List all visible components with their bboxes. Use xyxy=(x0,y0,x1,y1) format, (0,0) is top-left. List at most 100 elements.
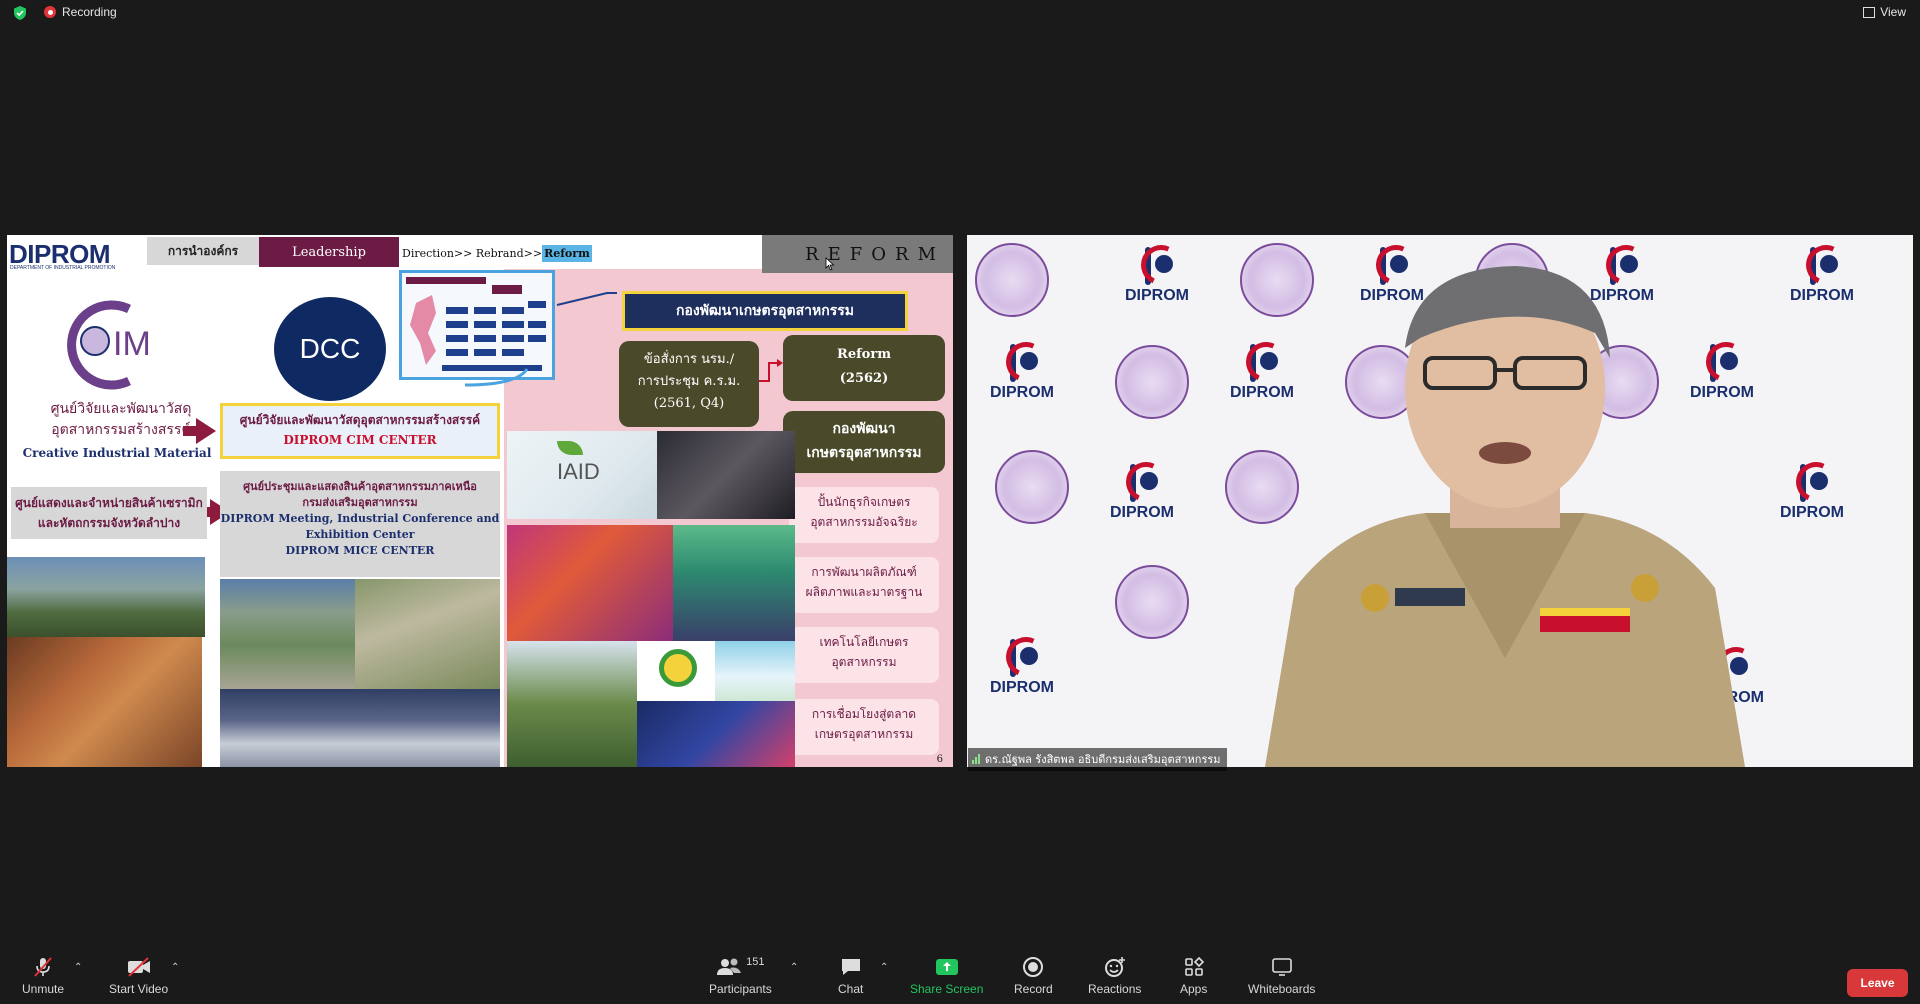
record-icon xyxy=(1022,956,1044,978)
reactions-icon xyxy=(1103,956,1127,978)
participants-icon: 151 xyxy=(716,956,765,978)
photo-iaid-award-logo xyxy=(637,641,715,701)
participant-name: ดร.ณัฐพล รังสิตพล อธิบดีกรมส่งเสริมอุตสา… xyxy=(985,753,1221,766)
diprom-wordmark: DIPROM xyxy=(1125,287,1189,304)
backdrop-diprom-logo: DIPROM xyxy=(1777,239,1867,305)
view-button[interactable]: View xyxy=(1863,5,1906,19)
whiteboards-button[interactable]: Whiteboards xyxy=(1248,956,1315,996)
share-screen-icon xyxy=(935,956,959,978)
div-line2: เกษตรอุตสาหกรรม xyxy=(806,445,922,461)
diprom-mark-icon xyxy=(1790,456,1842,508)
arrow-shaft xyxy=(183,426,197,436)
svg-text:IM: IM xyxy=(113,325,151,363)
reform-box-line1: Reform xyxy=(837,347,891,362)
photo-event-poster xyxy=(637,701,795,767)
chat-button[interactable]: Chat xyxy=(838,956,863,996)
mice-english-3: DIPROM MICE CENTER xyxy=(285,544,435,557)
chat-caret-icon[interactable]: ⌃ xyxy=(880,962,888,973)
start-video-button[interactable]: Start Video xyxy=(109,956,168,996)
slide-breadcrumb: Direction>> Rebrand>> Reform xyxy=(402,245,592,262)
div-line1: กองพัฒนา xyxy=(832,421,896,437)
audio-options-caret-icon[interactable]: ⌃ xyxy=(74,962,82,973)
slide-reform-title: REFORM xyxy=(762,235,953,273)
unmute-label: Unmute xyxy=(22,982,65,996)
ministry-seal-icon xyxy=(1107,565,1197,639)
photo-mice-aerial xyxy=(220,579,355,689)
agri-item: ปั้นนักธุรกิจเกษตร อุตสาหกรรมอัจฉริยะ xyxy=(789,487,939,543)
diprom-mark-icon xyxy=(1800,239,1852,291)
backdrop-diprom-logo: DIPROM xyxy=(977,336,1067,402)
mic-muted-icon xyxy=(32,956,54,978)
slide-tab-leadership: Leadership xyxy=(259,237,399,267)
agri-item-line1: เทคโนโลยีเกษตร xyxy=(819,635,909,649)
slide-tab-org: การนำองค์กร xyxy=(147,237,259,265)
start-video-label: Start Video xyxy=(109,982,169,996)
ministry-seal-icon xyxy=(987,450,1077,524)
meeting-topbar: Recording View xyxy=(0,0,1920,26)
leaf-icon xyxy=(557,441,583,455)
diprom-wordmark: DIPROM xyxy=(1790,287,1854,304)
backdrop-diprom-logo: DIPROM xyxy=(1112,239,1202,305)
diprom-mark-icon xyxy=(1135,239,1187,291)
cim-logo-icon: IM xyxy=(67,300,151,390)
diprom-mark-icon xyxy=(1120,456,1172,508)
photo-drone xyxy=(715,641,795,701)
share-screen-label: Share Screen xyxy=(910,982,984,996)
agri-item: การพัฒนาผลิตภัณฑ์ ผลิตภาพและมาตรฐาน xyxy=(789,557,939,613)
record-button[interactable]: Record xyxy=(1014,956,1053,996)
whiteboard-icon xyxy=(1271,956,1293,978)
slide-page-number: 6 xyxy=(936,754,943,765)
reactions-button[interactable]: Reactions xyxy=(1088,956,1141,996)
participants-caret-icon[interactable]: ⌃ xyxy=(790,962,798,973)
backdrop-diprom-logo: DIPROM xyxy=(977,631,1067,697)
security-shield-icon[interactable] xyxy=(12,5,28,21)
photo-mice-buildings xyxy=(355,579,500,689)
photo-iaid-sign: IAID xyxy=(507,431,657,519)
lampang-center-box: ศูนย์แสดงและจำหน่ายสินค้าเซรามิก และหัตถ… xyxy=(11,487,207,539)
video-options-caret-icon[interactable]: ⌃ xyxy=(171,962,179,973)
photo-lampang-building xyxy=(7,557,205,637)
agri-item: การเชื่อมโยงสู่ตลาด เกษตรอุตสาหกรรม xyxy=(789,699,939,755)
photo-meeting xyxy=(657,431,795,519)
agri-item-line2: อุตสาหกรรมอัจฉริยะ xyxy=(810,515,918,529)
record-label: Record xyxy=(1014,982,1053,996)
leave-button[interactable]: Leave xyxy=(1847,969,1908,997)
cim-box-english: DIPROM CIM CENTER xyxy=(283,433,437,447)
recording-indicator[interactable]: Recording xyxy=(44,5,117,19)
participants-button[interactable]: 151 Participants xyxy=(709,956,772,996)
connector-arrows xyxy=(464,292,617,387)
slide-diprom-subtitle: DEPARTMENT OF INDUSTRIAL PROMOTION xyxy=(10,265,116,271)
dcc-logo: DCC xyxy=(274,297,386,401)
share-screen-button[interactable]: Share Screen xyxy=(910,956,983,996)
diprom-mark-icon xyxy=(1000,336,1052,388)
agri-item-line2: ผลิตภาพและมาตรฐาน xyxy=(805,585,923,599)
agri-item-line1: การพัฒนาผลิตภัณฑ์ xyxy=(811,565,917,579)
mice-thai-1: ศูนย์ประชุมและแสดงสินค้าอุตสาหกรรมภาคเหน… xyxy=(243,480,477,493)
cmd-line2: การประชุม ค.ร.ม. xyxy=(637,374,741,389)
recording-icon xyxy=(44,6,56,18)
reform-2562-box: Reform (2562) xyxy=(783,335,945,401)
participant-nametag: ดร.ณัฐพล รังสิตพล อธิบดีกรมส่งเสริมอุตสา… xyxy=(968,748,1227,771)
apps-label: Apps xyxy=(1180,982,1208,996)
flow-arrow-icon xyxy=(759,359,783,382)
speaker-video-tile[interactable]: DIPROM DIPROM DIPROM DIPROM DIPROM DIPRO… xyxy=(967,235,1913,767)
cim-line1: ศูนย์วิจัยและพัฒนาวัสดุ xyxy=(50,401,192,417)
cmd-line3: (2561, Q4) xyxy=(653,396,725,411)
lampang-line2: และหัตถกรรมจังหวัดลำปาง xyxy=(37,516,181,530)
shared-screen-slide[interactable]: DIPROM DEPARTMENT OF INDUSTRIAL PROMOTIO… xyxy=(7,235,953,767)
photo-group-hearts xyxy=(507,525,673,641)
mice-english-2: Exhibition Center xyxy=(305,528,415,541)
cabinet-order-box: ข้อสั่งการ นรม./ การประชุม ค.ร.ม. (2561,… xyxy=(619,341,759,427)
diprom-wordmark: DIPROM xyxy=(990,679,1054,696)
gear-award-icon xyxy=(659,649,697,687)
apps-button[interactable]: Apps xyxy=(1180,956,1207,996)
participants-label: Participants xyxy=(709,982,772,996)
diprom-mark-icon xyxy=(1000,631,1052,683)
reform-box-line2: (2562) xyxy=(839,371,889,386)
crumb-prefix: Direction>> Rebrand>> xyxy=(402,247,543,260)
cmd-line1: ข้อสั่งการ นรม./ xyxy=(643,352,735,367)
agri-item-line1: การเชื่อมโยงสู่ตลาด xyxy=(811,707,917,721)
recording-label: Recording xyxy=(62,5,117,19)
diprom-wordmark: DIPROM xyxy=(990,384,1054,401)
unmute-button[interactable]: Unmute xyxy=(22,956,64,996)
